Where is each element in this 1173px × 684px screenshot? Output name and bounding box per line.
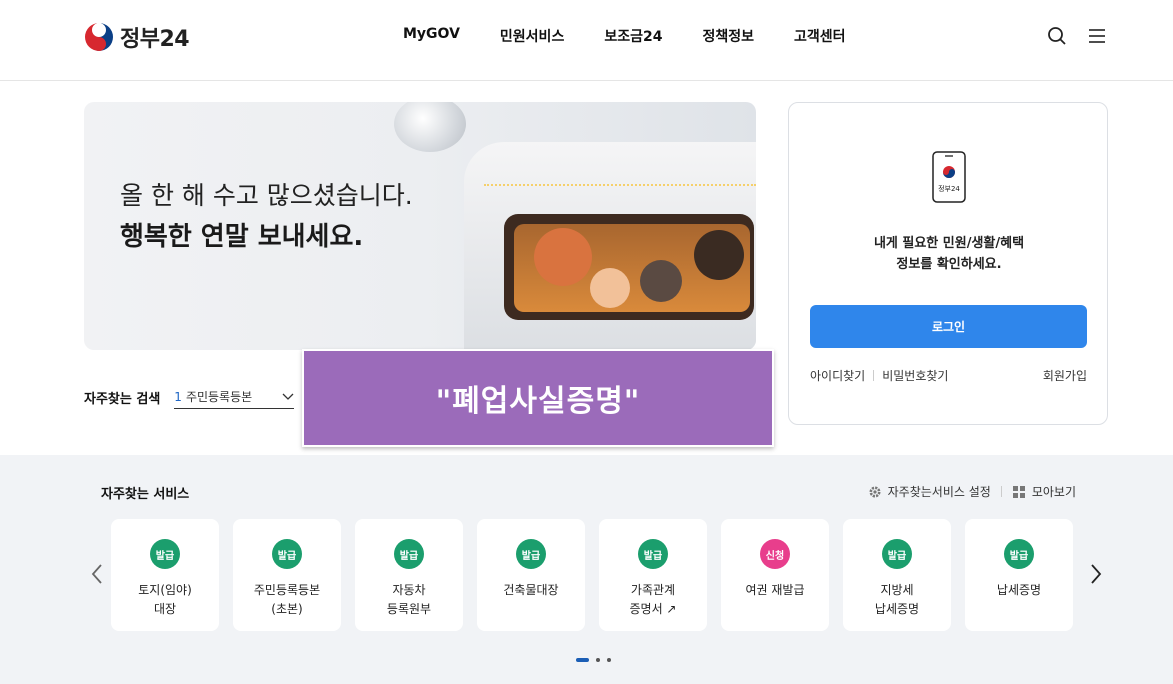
popular-search-value: 주민등록등본	[185, 390, 253, 404]
frequent-services-tools: 자주찾는서비스 설정 모아보기	[868, 483, 1076, 500]
overlay-caption-text: "폐업사실증명"	[435, 384, 641, 419]
service-card[interactable]: 발급건축물대장	[477, 519, 585, 631]
popular-search-rank: 1	[174, 390, 182, 404]
phone-label: 정부24	[938, 184, 960, 193]
header-tools	[1047, 26, 1107, 46]
service-card[interactable]: 발급자동차 등록원부	[355, 519, 463, 631]
string-lights-illustration	[484, 184, 756, 188]
login-card: 정부24 내게 필요한 민원/생활/혜택 정보를 확인하세요. 로그인 아이디찾…	[788, 102, 1108, 425]
service-card[interactable]: 발급토지(임야) 대장	[111, 519, 219, 631]
hero-banner[interactable]: 올 한 해 수고 많으셨습니다. 행복한 연말 보내세요.	[84, 102, 756, 350]
mother-figure	[534, 228, 592, 286]
popular-search-dropdown[interactable]: 1 주민등록등본	[174, 386, 295, 409]
service-label: 토지(임야) 대장	[138, 583, 192, 616]
father-figure	[694, 230, 744, 280]
service-label: 지방세 납세증명	[874, 583, 920, 616]
login-message-line1: 내게 필요한 민원/생활/혜택	[873, 236, 1025, 251]
taegeuk-logo-icon	[85, 23, 113, 51]
service-card[interactable]: 발급가족관계 증명서 ↗	[599, 519, 707, 631]
view-all-link[interactable]: 모아보기	[1032, 483, 1076, 500]
nav-customer-center[interactable]: 고객센터	[794, 26, 846, 46]
signup-link[interactable]: 회원가입	[1043, 367, 1087, 384]
frequent-services-title: 자주찾는 서비스	[101, 487, 190, 502]
service-card[interactable]: 발급지방세 납세증명	[843, 519, 951, 631]
login-button[interactable]: 로그인	[810, 305, 1087, 348]
next-arrow-icon[interactable]	[1088, 563, 1104, 585]
divider	[873, 370, 875, 381]
popular-search-title: 자주찾는 검색	[84, 392, 161, 407]
logo-text: 정부24	[120, 27, 190, 52]
logo[interactable]: 정부24	[84, 21, 190, 53]
chevron-down-icon	[282, 393, 294, 400]
main-nav: MyGOV 민원서비스 보조금24 정책정보 고객센터	[403, 26, 846, 46]
service-badge: 발급	[638, 539, 668, 569]
nav-policy-info[interactable]: 정책정보	[702, 26, 754, 46]
frequent-services-section: 자주찾는 서비스 자주찾는서비스 설정 모아보기 발급 토지(임야) 대장 발급 주민…	[0, 455, 1173, 684]
carousel-pagination	[576, 658, 611, 662]
service-badge: 발급	[1004, 539, 1034, 569]
service-label: 여권 재발급	[745, 583, 805, 597]
service-badge: 발급	[882, 539, 912, 569]
banner-subheadline: 행복한 연말 보내세요.	[120, 222, 364, 252]
find-password-link[interactable]: 비밀번호찾기	[882, 367, 948, 384]
menu-icon[interactable]	[1087, 26, 1107, 46]
service-label: 가족관계 증명서 ↗	[629, 583, 677, 616]
overlay-caption: "폐업사실증명"	[302, 349, 774, 447]
nav-civil-services[interactable]: 민원서비스	[500, 26, 564, 46]
girl-figure	[640, 260, 682, 302]
service-card[interactable]: 발급납세증명	[965, 519, 1073, 631]
mobile-phone-icon: 정부24	[932, 151, 966, 203]
nav-mygov[interactable]: MyGOV	[403, 26, 460, 46]
divider	[1000, 486, 1002, 497]
pagination-dot-active[interactable]	[576, 658, 589, 662]
find-id-link[interactable]: 아이디찾기	[810, 367, 865, 384]
service-cards: 발급 토지(임야) 대장 발급 주민등록등본 (초본) 발급 자동차 등록원부 발급 건축물대…	[111, 519, 1073, 631]
service-badge: 발급	[150, 539, 180, 569]
login-message-line2: 정보를 확인하세요.	[896, 257, 1002, 272]
prev-arrow-icon[interactable]	[89, 563, 105, 585]
service-badge: 발급	[394, 539, 424, 569]
nav-subsidy[interactable]: 보조금24	[604, 26, 662, 46]
moon-illustration	[394, 102, 466, 152]
search-icon[interactable]	[1047, 26, 1067, 46]
service-label: 납세증명	[996, 583, 1042, 597]
pagination-dot[interactable]	[607, 658, 611, 662]
site-header: 정부24 MyGOV 민원서비스 보조금24 정책정보 고객센터	[0, 0, 1173, 81]
login-links: 아이디찾기 비밀번호찾기 회원가입	[810, 367, 1087, 384]
popular-search: 자주찾는 검색 1 주민등록등본	[84, 386, 295, 409]
service-label: 자동차 등록원부	[386, 583, 432, 616]
service-label: 건축물대장	[503, 583, 559, 597]
service-card[interactable]: 신청여권 재발급	[721, 519, 829, 631]
banner-headline: 올 한 해 수고 많으셨습니다.	[120, 181, 413, 210]
service-badge: 발급	[516, 539, 546, 569]
child-figure	[590, 268, 630, 308]
services-settings-link[interactable]: 자주찾는서비스 설정	[888, 483, 991, 500]
pagination-dot[interactable]	[596, 658, 600, 662]
gear-icon	[869, 486, 881, 497]
service-badge: 발급	[272, 539, 302, 569]
service-label: 주민등록등본 (초본)	[253, 583, 321, 616]
login-message: 내게 필요한 민원/생활/혜택 정보를 확인하세요.	[789, 233, 1109, 275]
grid-icon	[1012, 485, 1025, 498]
service-card[interactable]: 발급주민등록등본 (초본)	[233, 519, 341, 631]
service-badge: 신청	[760, 539, 790, 569]
